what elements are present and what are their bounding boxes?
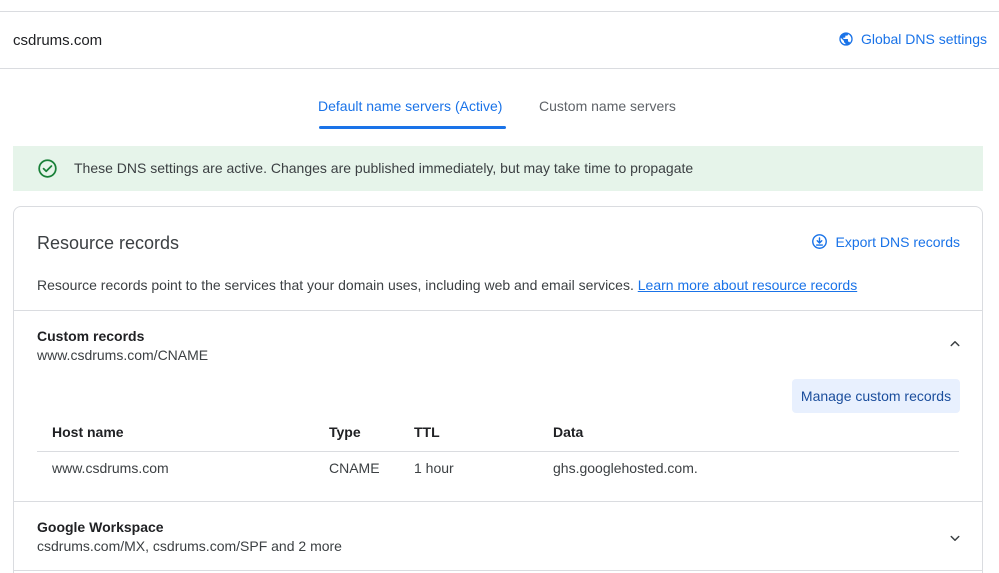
column-header-ttl: TTL — [414, 424, 440, 440]
table-cell-data: ghs.googlehosted.com. — [553, 460, 698, 476]
globe-icon — [839, 32, 853, 46]
active-tab-indicator — [319, 126, 506, 129]
table-header-divider — [37, 451, 959, 452]
section-divider — [14, 570, 982, 571]
resource-records-description-text: Resource records point to the services t… — [37, 277, 634, 293]
custom-records-subtitle: www.csdrums.com/CNAME — [37, 347, 209, 363]
name-server-tabs: Default name servers (Active) Custom nam… — [0, 84, 999, 132]
status-banner: These DNS settings are active. Changes a… — [13, 146, 983, 191]
manage-custom-records-button[interactable]: Manage custom records — [792, 379, 960, 413]
export-dns-records-button[interactable]: Export DNS records — [811, 233, 960, 250]
column-header-host-name: Host name — [52, 424, 124, 440]
download-icon — [811, 234, 827, 249]
status-banner-text: These DNS settings are active. Changes a… — [74, 160, 694, 176]
table-cell-host-name: www.csdrums.com — [52, 460, 169, 476]
learn-more-link[interactable]: Learn more about resource records — [638, 277, 857, 293]
section-divider — [14, 501, 982, 502]
table-cell-type: CNAME — [329, 460, 380, 476]
resource-records-title: Resource records — [37, 233, 180, 253]
chevron-down-icon[interactable] — [946, 529, 964, 547]
google-workspace-subtitle: csdrums.com/MX, csdrums.com/SPF and 2 mo… — [37, 538, 342, 554]
section-divider — [14, 310, 982, 311]
resource-records-card: Resource records Export DNS records Reso… — [13, 206, 983, 573]
global-dns-settings-link[interactable]: Global DNS settings — [838, 31, 987, 47]
global-dns-settings-label: Global DNS settings — [860, 31, 987, 47]
domain-title: csdrums.com — [13, 32, 103, 49]
table-cell-ttl: 1 hour — [414, 460, 454, 476]
page-header: csdrums.com Global DNS settings — [0, 12, 999, 69]
resource-records-description: Resource records point to the services t… — [37, 277, 857, 293]
column-header-type: Type — [329, 424, 361, 440]
column-header-data: Data — [553, 424, 584, 440]
chevron-up-icon[interactable] — [946, 335, 964, 353]
tab-custom-name-servers[interactable]: Custom name servers — [539, 98, 676, 114]
export-dns-records-label: Export DNS records — [835, 233, 960, 250]
tab-default-name-servers[interactable]: Default name servers (Active) — [318, 98, 502, 114]
google-workspace-title[interactable]: Google Workspace — [37, 519, 164, 535]
check-circle-icon — [38, 159, 57, 178]
custom-records-title[interactable]: Custom records — [37, 328, 144, 344]
